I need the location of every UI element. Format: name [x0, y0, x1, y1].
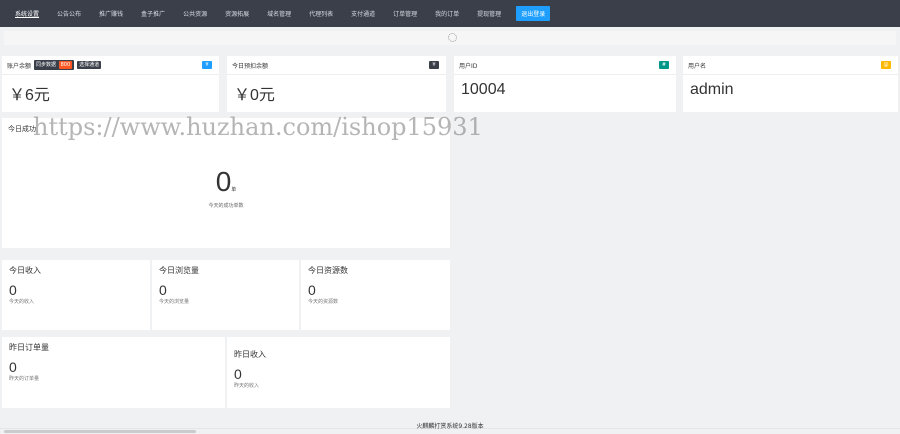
username-label: 用户名 — [688, 62, 707, 70]
today-orders-value: 0 — [215, 166, 232, 197]
sync-data-label: 同步数据 — [36, 62, 57, 68]
top-nav: 系统设置 公告公布 推广赚钱 盒子推广 公共资源 资源拓展 域名管理 代理列表 … — [0, 0, 900, 27]
select-channel-button[interactable]: 选择通道 — [77, 61, 102, 69]
horizontal-scrollbar[interactable] — [4, 430, 196, 433]
today-income-subtitle: 今天的收入 — [9, 299, 35, 305]
today-income-value: 0 — [9, 282, 17, 298]
today-resources-card: 今日资源数 0 今天的资源数 — [301, 260, 450, 330]
nav-item-system-settings[interactable]: 系统设置 — [6, 9, 48, 18]
yesterday-orders-card: 昨日订单量 0 昨天的订单量 — [2, 337, 225, 408]
today-views-title: 今日浏览量 — [159, 266, 199, 275]
loading-bar — [4, 31, 896, 45]
nav-item-payment[interactable]: 支付通道 — [342, 9, 384, 18]
logout-button[interactable]: 退出登录 — [516, 6, 551, 21]
deduct-badge-icon: ¥ — [429, 61, 439, 69]
today-income-card: 今日收入 0 今天的收入 — [2, 260, 150, 330]
watermark-text: https://www.huzhan.com/ishop15931 — [33, 113, 483, 141]
deduct-card: 今日预扣余额 ¥ ￥0元 — [227, 56, 446, 112]
username-card-header: 用户名 @ — [683, 56, 898, 75]
yesterday-income-subtitle: 昨天的收入 — [234, 383, 260, 389]
today-resources-title: 今日资源数 — [308, 266, 348, 275]
nav-item-withdraw[interactable]: 提现管理 — [468, 9, 510, 18]
balance-label: 账户余额 — [7, 62, 32, 70]
balance-badge-icon: ¥ — [202, 61, 212, 69]
nav-item-agents[interactable]: 代理列表 — [300, 9, 342, 18]
today-resources-subtitle: 今天的资源数 — [308, 299, 339, 305]
username-card: 用户名 @ admin — [683, 56, 898, 112]
nav-item-orders[interactable]: 订单管理 — [384, 9, 426, 18]
loading-spinner-icon — [448, 33, 457, 42]
uid-value: 10004 — [461, 81, 506, 98]
today-views-subtitle: 今天的浏览量 — [159, 299, 190, 305]
yesterday-income-title: 昨日收入 — [234, 350, 266, 359]
today-orders-unit: 单 — [231, 187, 237, 193]
today-income-title: 今日收入 — [9, 266, 41, 275]
username-badge-icon: @ — [881, 61, 891, 69]
nav-item-my-orders[interactable]: 我的订单 — [426, 9, 468, 18]
yesterday-orders-subtitle: 昨天的订单量 — [9, 376, 40, 382]
today-orders-subtitle: 今天的成功单数 — [208, 203, 244, 209]
today-views-card: 今日浏览量 0 今天的浏览量 — [152, 260, 299, 330]
uid-badge-icon: # — [659, 61, 669, 69]
username-value: admin — [690, 81, 734, 98]
sync-data-button[interactable]: 同步数据 800 — [34, 60, 75, 70]
nav-item-public-resources[interactable]: 公共资源 — [174, 9, 216, 18]
sync-count-badge: 800 — [58, 61, 73, 69]
deduct-value: ￥0元 — [234, 87, 275, 104]
nav-item-promote[interactable]: 推广赚钱 — [90, 9, 132, 18]
footer-text: 火麒麟打赏系统9.28版本 — [416, 423, 484, 430]
uid-card-header: 用户ID # — [454, 56, 676, 75]
deduct-card-header: 今日预扣余额 ¥ — [227, 56, 446, 75]
deduct-label: 今日预扣余额 — [232, 62, 269, 70]
yesterday-income-card: 昨日收入 0 昨天的收入 — [227, 337, 450, 408]
today-orders-count: 0单 — [2, 166, 450, 198]
today-views-value: 0 — [159, 282, 167, 298]
uid-label: 用户ID — [459, 62, 478, 70]
uid-card: 用户ID # 10004 — [454, 56, 676, 112]
balance-card-header: 账户余额 同步数据 800 选择通道 ¥ — [2, 56, 219, 75]
yesterday-income-value: 0 — [234, 366, 242, 382]
nav-item-domain[interactable]: 域名管理 — [258, 9, 300, 18]
nav-item-resource-expand[interactable]: 资源拓展 — [216, 9, 258, 18]
yesterday-orders-title: 昨日订单量 — [9, 343, 49, 352]
balance-card: 账户余额 同步数据 800 选择通道 ¥ ￥6元 — [2, 56, 219, 112]
nav-item-box-promote[interactable]: 盒子推广 — [132, 9, 174, 18]
today-resources-value: 0 — [308, 282, 316, 298]
balance-value: ￥6元 — [9, 87, 50, 104]
yesterday-orders-value: 0 — [9, 359, 17, 375]
nav-item-announcement[interactable]: 公告公布 — [48, 9, 90, 18]
